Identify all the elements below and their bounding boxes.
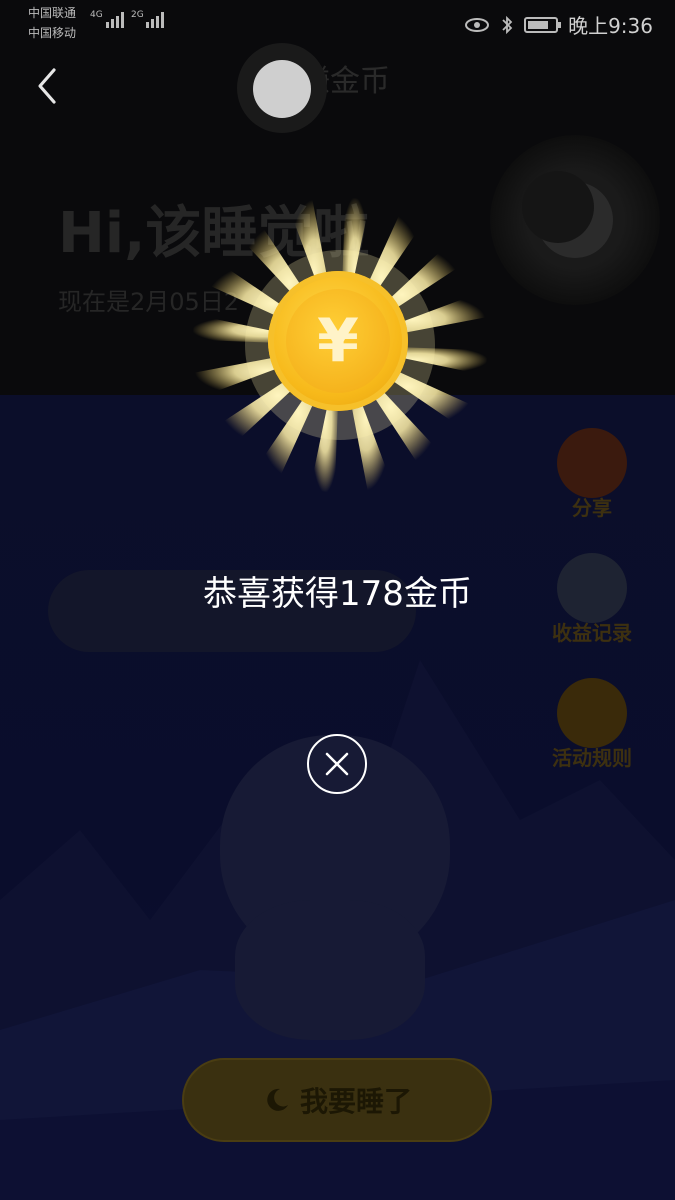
yuan-symbol: ¥ (317, 306, 359, 376)
close-icon (325, 752, 349, 776)
reward-message: 恭喜获得178金币 (203, 574, 472, 614)
close-button[interactable] (307, 734, 367, 794)
